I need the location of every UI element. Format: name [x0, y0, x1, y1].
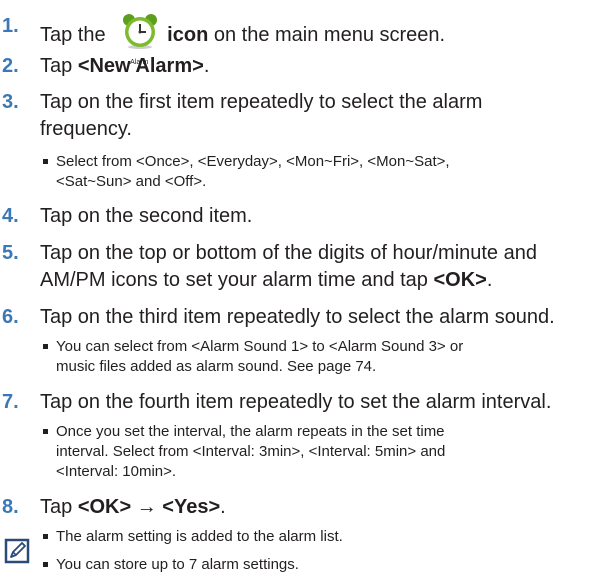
step-7-detail: Once you set the interval, the alarm rep… [43, 422, 445, 482]
step-text-line-2: AM/PM icons to set your alarm time and t… [40, 269, 493, 291]
step-8-detail: The alarm setting is added to the alarm … [43, 527, 343, 547]
note-pencil-icon [4, 538, 30, 569]
step-number: 7. [2, 391, 19, 413]
step-text: Tap the Alarm icon on the main menu scre… [40, 13, 445, 66]
step-number: 6. [2, 306, 19, 328]
alarm-clock-icon: Alarm [119, 13, 161, 66]
step-text-line-2: frequency. [40, 118, 132, 140]
bullet-icon [43, 534, 48, 539]
step-number: 2. [2, 55, 19, 77]
bullet-icon [43, 344, 48, 349]
step-number: 1. [2, 15, 19, 37]
step-text: Tap on the second item. [40, 205, 253, 227]
step-3-detail: Select from <Once>, <Everyday>, <Mon~Fri… [43, 152, 450, 192]
note: You can store up to 7 alarm settings. [43, 555, 299, 575]
step-text: Tap <New Alarm>. [40, 55, 210, 77]
step-text: Tap on the fourth item repeatedly to set… [40, 391, 552, 413]
bullet-icon [43, 562, 48, 567]
step-text: Tap <OK> → <Yes>. [40, 496, 226, 518]
step-number: 4. [2, 205, 19, 227]
step-text: Tap on the third item repeatedly to sele… [40, 306, 555, 328]
step-number: 5. [2, 242, 19, 264]
step-number: 3. [2, 91, 19, 113]
step-text-line-1: Tap on the top or bottom of the digits o… [40, 242, 537, 264]
bullet-icon [43, 429, 48, 434]
step-6-detail: You can select from <Alarm Sound 1> to <… [43, 337, 463, 377]
bullet-icon [43, 159, 48, 164]
step-text-line-1: Tap on the first item repeatedly to sele… [40, 91, 483, 113]
note-text: You can store up to 7 alarm settings. [56, 556, 299, 573]
step-number: 8. [2, 496, 19, 518]
